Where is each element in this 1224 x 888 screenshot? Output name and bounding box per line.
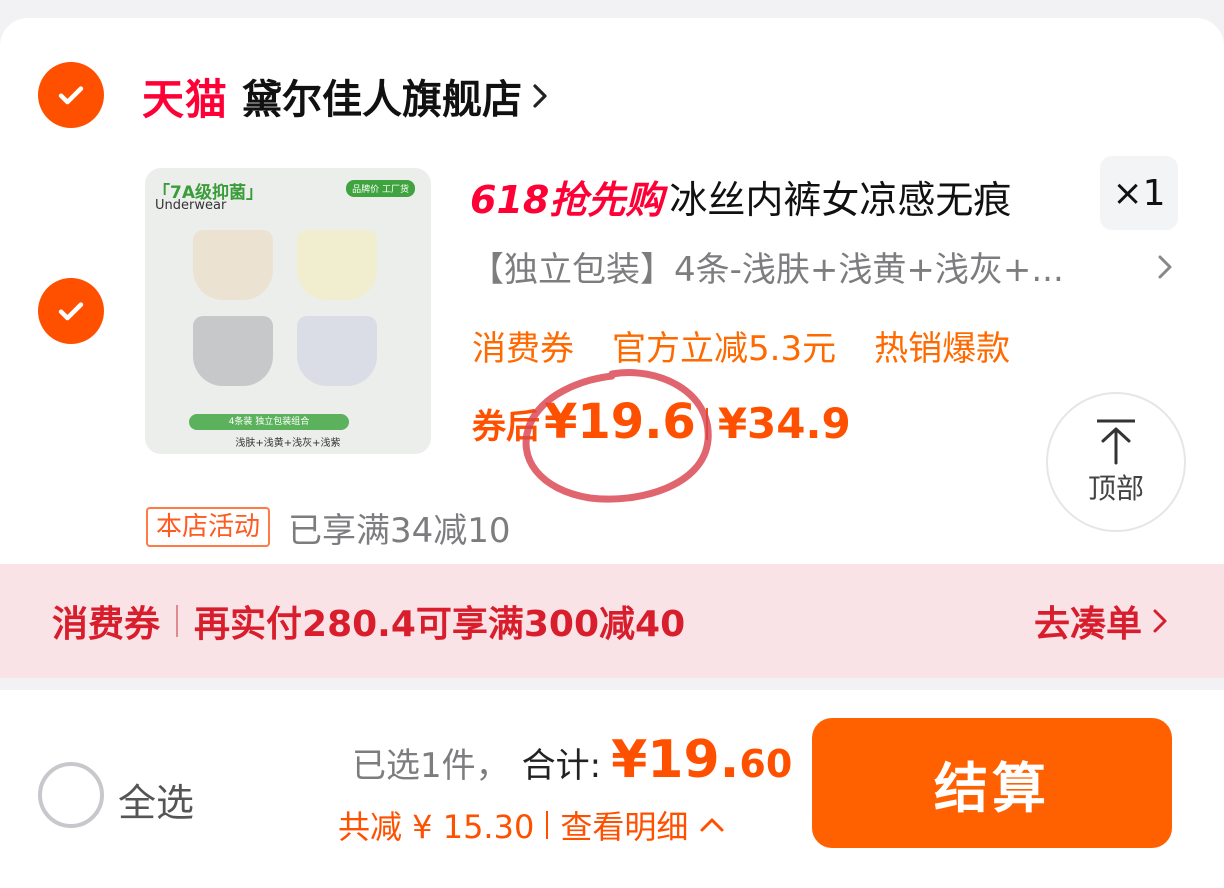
voucher-label: 消费券 [52, 604, 161, 645]
total-summary: 已选1件， 合计: ¥19. 60 [352, 730, 792, 790]
product-thumbnail[interactable]: 「7A级抑菌」 Underwear 品牌价 工厂货 4条装 独立包装组合 浅肤+… [145, 168, 431, 454]
voucher-bar[interactable]: 消费券 再实付280.4可享满300减40 去凑单 [0, 564, 1224, 678]
annotation-circle [522, 369, 712, 503]
quantity-stepper[interactable]: ×1 [1100, 156, 1178, 230]
voucher-text: 再实付280.4可享满300减40 [194, 604, 686, 645]
arrow-up-icon [1097, 419, 1135, 465]
select-all-radio[interactable] [38, 762, 104, 828]
add-items-label: 去凑单 [1033, 604, 1142, 645]
store-name[interactable]: 黛尔佳人旗舰店 [242, 67, 522, 125]
checkout-button[interactable]: 结算 [812, 718, 1172, 848]
savings-row[interactable]: 共减 ¥ 15.30 查看明细 [338, 802, 726, 848]
store-select-checkbox[interactable] [38, 62, 104, 128]
checkmark-icon [58, 302, 84, 321]
savings-text: 共减 ¥ 15.30 [338, 808, 535, 846]
product-title-row[interactable]: 618抢先购 冰丝内裤女凉感无痕 [470, 168, 1011, 224]
product-title[interactable]: 冰丝内裤女凉感无痕 [669, 169, 1011, 224]
back-to-top-label: 顶部 [1087, 472, 1144, 505]
store-activity-text: 已享满34减10 [288, 510, 511, 551]
product-image-lilac [297, 316, 377, 386]
total-amount-decimal: 60 [739, 742, 793, 786]
back-to-top-button[interactable]: 顶部 [1046, 392, 1186, 532]
thumbnail-subtitle: Underwear [155, 198, 227, 213]
chevron-right-icon [533, 84, 547, 108]
price-original: ¥34.9 [717, 399, 851, 448]
chevron-right-icon [1153, 609, 1167, 633]
product-image-yellow [297, 230, 377, 300]
checkout-footer: 全选 已选1件， 合计: ¥19. 60 共减 ¥ 15.30 查看明细 结算 [0, 690, 1224, 888]
thumbnail-colors: 浅肤+浅黄+浅灰+浅紫 [235, 438, 341, 449]
total-amount: ¥19. [611, 730, 740, 790]
item-select-checkbox[interactable] [38, 278, 104, 344]
add-items-link[interactable]: 去凑单 [1034, 564, 1168, 678]
product-image-beige [193, 230, 273, 300]
tag-hot: 热销爆款 [874, 328, 1011, 369]
thumbnail-pack-bar: 4条装 独立包装组合 [189, 414, 349, 430]
checkmark-icon [58, 86, 84, 105]
product-image-gray [193, 316, 273, 386]
store-activity-badge: 本店活动 [146, 507, 271, 547]
chevron-right-icon[interactable] [1156, 252, 1174, 282]
store-activity-row: 本店活动 已享满34减10 [146, 506, 511, 551]
savings-divider [546, 811, 549, 839]
promo-618-label: 618抢先购 [470, 177, 664, 222]
sku-selector[interactable]: 【独立包装】4条-浅肤+浅黄+浅灰+... [470, 240, 1160, 292]
thumbnail-brand-badge: 品牌价 工厂货 [346, 180, 415, 197]
chevron-up-icon [700, 818, 724, 832]
total-label: 合计: [521, 746, 602, 786]
voucher-divider [176, 605, 179, 637]
store-header[interactable]: 天猫 黛尔佳人旗舰店 [142, 68, 550, 124]
view-details-link[interactable]: 查看明细 [560, 802, 688, 848]
select-all-label[interactable]: 全选 [118, 772, 194, 827]
tmall-logo: 天猫 [142, 74, 229, 124]
selected-count: 已选1件， [352, 746, 510, 786]
